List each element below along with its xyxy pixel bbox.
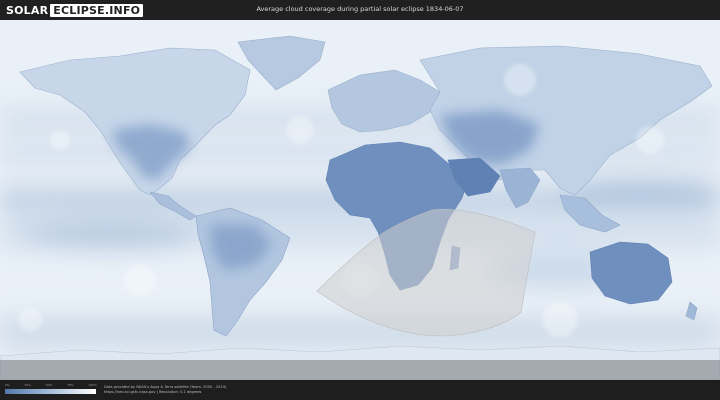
legend-tick: 75%: [67, 383, 74, 387]
data-credit: Data provided by NASA's Aqua & Terra sat…: [104, 385, 226, 395]
legend-tick-labels: 0% 25% 50% 75% 100%: [5, 383, 97, 388]
legend-tick: 100%: [88, 383, 97, 387]
footer-bar: 0% 25% 50% 75% 100% Data provided by NAS…: [0, 380, 720, 400]
header-bar: SOLAR ECLIPSE.INFO Average cloud coverag…: [0, 0, 720, 20]
world-cloud-map: [0, 20, 720, 380]
credit-line-link: https://neo.sci.gsfc.nasa.gov | Resoluti…: [104, 390, 202, 395]
cloud-coverage-legend: [5, 389, 96, 394]
legend-tick: 50%: [45, 383, 53, 387]
south-edge-strip: [0, 360, 720, 380]
page-title: Average cloud coverage during partial so…: [256, 5, 464, 13]
legend-tick: 0%: [5, 383, 10, 387]
legend-tick: 25%: [24, 383, 32, 387]
